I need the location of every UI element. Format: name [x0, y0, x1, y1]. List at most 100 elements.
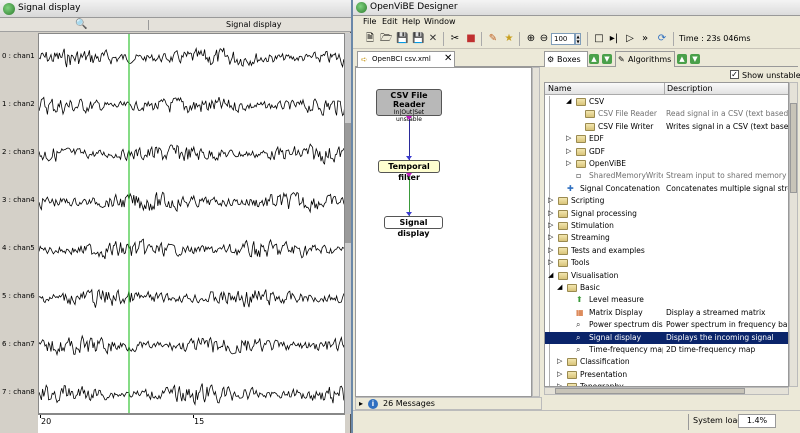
tree-expander-icon[interactable]: ▷ — [548, 258, 555, 266]
tree-row[interactable]: ▦ Matrix Display Display a streamed matrix — [545, 307, 788, 319]
tree-row[interactable]: ▷ EDF — [545, 133, 788, 145]
tab-boxes[interactable]: ⚙ Boxes — [544, 51, 588, 67]
tree-row[interactable]: ◢ Visualisation — [545, 270, 788, 282]
step-icon[interactable]: ▸| — [608, 33, 620, 45]
play-icon[interactable]: ▷ — [624, 33, 636, 45]
stop-icon[interactable]: □ — [593, 33, 605, 45]
zoom-out-icon[interactable]: ⊖ — [538, 33, 550, 45]
tree-row[interactable]: ✚ Signal Concatenation Concatenates multip… — [545, 183, 788, 195]
tree-row[interactable]: ◢ Basic — [545, 282, 788, 294]
scrollbar-thumb[interactable] — [790, 103, 797, 193]
delete-icon[interactable]: ■ — [465, 33, 477, 45]
channel-trace — [39, 334, 344, 357]
signal-vertical-scrollbar[interactable] — [345, 33, 351, 414]
tab-scenario[interactable]: ➪ OpenBCI csv.xml ✕ — [357, 51, 455, 67]
tree-expander-icon[interactable]: ◢ — [557, 283, 564, 291]
tree-row[interactable]: ▷ Tests and examples — [545, 245, 788, 257]
expand-all-icon[interactable]: ▲ — [589, 54, 599, 64]
tree-expander-icon[interactable]: ▷ — [566, 147, 573, 155]
signal-display-window: Signal display 🔍 Signal display 0 : chan… — [0, 0, 351, 433]
messages-bar[interactable]: ▸ i 26 Messages — [355, 397, 542, 410]
tree-expander-icon[interactable]: ▷ — [566, 159, 573, 167]
box-temporal-filter[interactable]: Temporal filter — [378, 160, 440, 182]
open-folder-icon[interactable]: 🗁 — [380, 33, 392, 45]
signal-toolbar-title: Signal display — [226, 20, 282, 29]
tree-row[interactable]: ▫ SharedMemoryWriter Stream input to share… — [545, 170, 788, 182]
show-unstable-checkbox[interactable]: ✓ — [730, 70, 739, 79]
close-scenario-icon[interactable]: ✕ — [427, 33, 439, 45]
messages-count: 26 Messages — [383, 399, 435, 408]
box-csv-file-reader[interactable]: CSV File Reader In|Out|Set unstable — [376, 89, 442, 123]
menu-edit[interactable]: Edit — [382, 17, 398, 26]
tree-row[interactable]: ⌕ Time-frequency map display2D time-frequ… — [545, 344, 788, 356]
forward-icon[interactable]: » — [639, 33, 651, 45]
tree-expander-icon[interactable]: ▷ — [548, 233, 555, 241]
scrollbar-thumb[interactable] — [345, 123, 351, 243]
output-pin[interactable] — [406, 116, 412, 120]
collapse-all-icon[interactable]: ▼ — [690, 54, 700, 64]
scrollbar-thumb[interactable] — [555, 388, 745, 394]
signal-window-titlebar[interactable]: Signal display — [0, 0, 351, 18]
column-name[interactable]: Name — [548, 84, 572, 93]
channel-trace — [39, 143, 344, 165]
save-as-icon[interactable]: 💾 — [412, 33, 424, 45]
tree-row[interactable]: ▷ Streaming — [545, 232, 788, 244]
tree-row[interactable]: CSV File Reader Read signal in a CSV (tex… — [545, 108, 788, 120]
tree-row[interactable]: ⬆ Level measure — [545, 294, 788, 306]
magnifier-icon[interactable]: 🔍 — [75, 19, 87, 30]
edit-icon[interactable]: ✎ — [487, 33, 499, 45]
menu-help[interactable]: Help — [402, 17, 420, 26]
canvas-scrollbar[interactable] — [532, 67, 540, 397]
system-load-value: 1.4% — [738, 414, 776, 428]
save-icon[interactable]: 💾 — [396, 33, 408, 45]
menu-file[interactable]: File — [363, 17, 376, 26]
tree-row[interactable]: ⌕ Signal display Displays the incoming sig… — [545, 331, 788, 344]
tree-row-description: Displays the incoming signal — [666, 332, 774, 342]
tab-algorithms[interactable]: ✎ Algorithms — [615, 51, 675, 67]
channel-label: 0 : chan1 — [2, 52, 35, 60]
tree-row[interactable]: ▷ Tools — [545, 257, 788, 269]
tree-vertical-scrollbar[interactable] — [789, 82, 798, 387]
zoom-in-icon[interactable]: ⊕ — [525, 33, 537, 45]
tree-expander-icon[interactable]: ▷ — [548, 196, 555, 204]
new-scenario-icon[interactable]: 🗎 — [364, 33, 376, 45]
tree-expander-icon[interactable]: ▷ — [548, 221, 555, 229]
box-signal-display[interactable]: Signal display — [384, 216, 443, 238]
matrix-icon: ▦ — [576, 307, 584, 317]
star-icon[interactable]: ★ — [503, 33, 515, 45]
tree-expander-icon[interactable]: ◢ — [548, 271, 555, 279]
tree-expander-icon[interactable]: ▷ — [566, 134, 573, 142]
tree-row[interactable]: ▷ Presentation — [545, 369, 788, 381]
tree-row[interactable]: ▷ Signal processing — [545, 208, 788, 220]
tree-row[interactable]: ◢ CSV — [545, 96, 788, 108]
zoom-level-input[interactable]: 100 — [551, 33, 575, 45]
expand-arrow-icon[interactable]: ▸ — [359, 399, 363, 408]
collapse-all-icon[interactable]: ▼ — [602, 54, 612, 64]
tree-expander-icon[interactable]: ◢ — [566, 97, 573, 105]
output-pin[interactable] — [406, 173, 412, 177]
tree-row[interactable]: ▷ OpenViBE — [545, 158, 788, 170]
designer-titlebar[interactable]: OpenViBE Designer — [353, 0, 800, 16]
tree-expander-icon[interactable]: ▷ — [557, 357, 564, 365]
tree-row[interactable]: ▷ GDF — [545, 146, 788, 158]
menu-window[interactable]: Window — [424, 17, 456, 26]
zoom-spin-buttons[interactable]: ▲ ▼ — [575, 33, 581, 45]
tree-expander-icon[interactable]: ▷ — [548, 209, 555, 217]
column-description[interactable]: Description — [667, 84, 713, 93]
tree-row[interactable]: ▷ Classification — [545, 356, 788, 368]
folder-icon — [567, 370, 577, 379]
tree-row[interactable]: CSV File Writer Writes signal in a CSV (t… — [545, 121, 788, 133]
signal-plot-area[interactable] — [38, 33, 345, 414]
expand-all-icon[interactable]: ▲ — [677, 54, 687, 64]
refresh-icon[interactable]: ⟳ — [656, 33, 668, 45]
cut-icon[interactable]: ✂ — [449, 33, 461, 45]
tree-expander-icon[interactable]: ▷ — [557, 370, 564, 378]
close-tab-icon[interactable]: ✕ — [444, 53, 452, 64]
tree-expander-icon[interactable]: ▷ — [548, 246, 555, 254]
column-divider[interactable] — [664, 83, 665, 95]
scenario-canvas[interactable]: CSV File Reader In|Out|Set unstable Temp… — [355, 67, 532, 397]
tree-horizontal-scrollbar[interactable] — [544, 387, 789, 395]
tree-row[interactable]: ⌕ Power spectrum displayPower spectrum in… — [545, 319, 788, 331]
tree-row[interactable]: ▷ Scripting — [545, 195, 788, 207]
tree-row[interactable]: ▷ Stimulation — [545, 220, 788, 232]
